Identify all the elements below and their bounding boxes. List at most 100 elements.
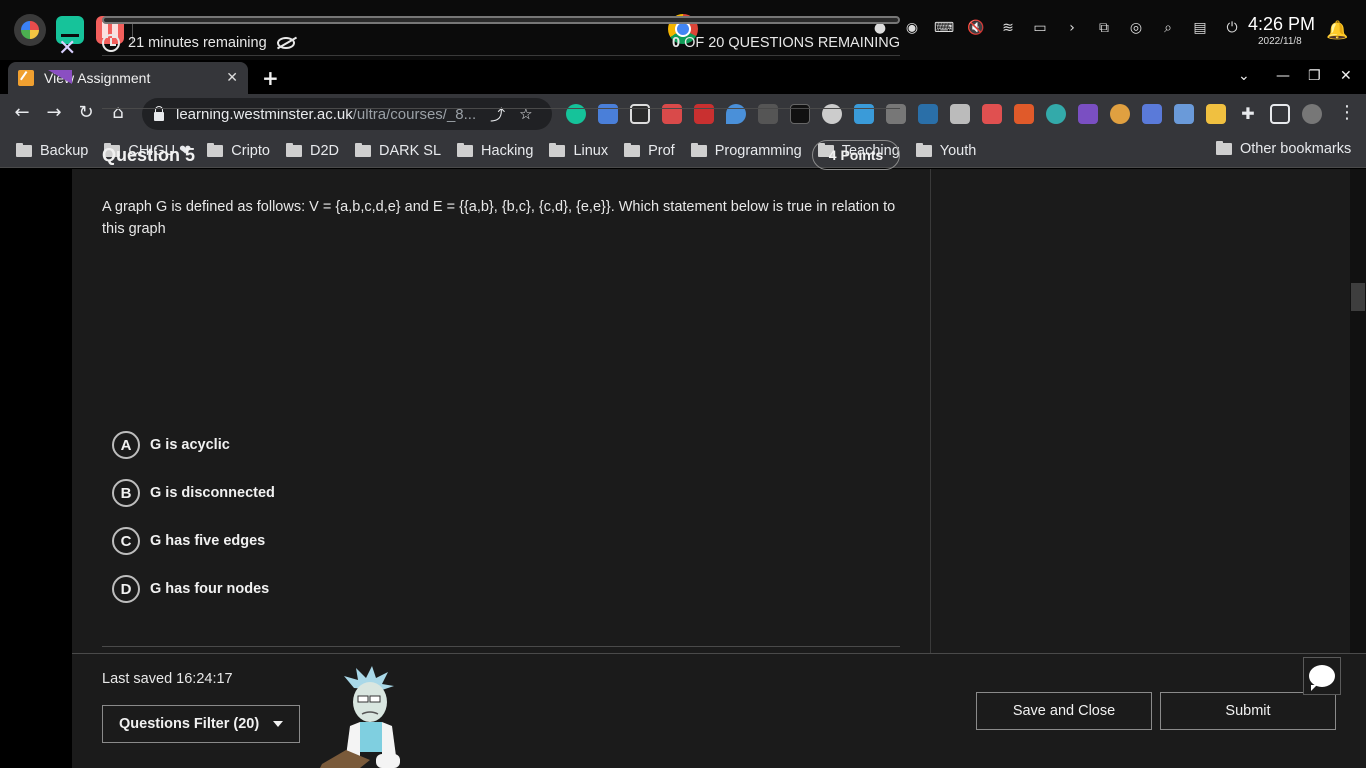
brush-extension-icon[interactable] <box>950 104 970 124</box>
extensions-row: ✚ <box>566 104 1322 124</box>
owl-extension-icon[interactable] <box>1046 104 1066 124</box>
option-c[interactable]: C G has five edges <box>112 527 265 555</box>
scrollbar-thumb[interactable] <box>1351 283 1365 311</box>
bookmark-backup[interactable]: Backup <box>16 142 89 159</box>
more-menu-icon[interactable]: ⋮ <box>1338 102 1356 123</box>
close-window-button[interactable]: ✕ <box>1340 68 1352 84</box>
home-button[interactable]: ⌂ <box>106 102 130 123</box>
question-divider <box>102 108 900 109</box>
folder-icon <box>457 142 474 157</box>
hat-extension-icon[interactable] <box>758 104 778 124</box>
power-icon[interactable]: ⏻ <box>1222 18 1242 38</box>
off-extension-icon[interactable] <box>1174 104 1194 124</box>
puzzle-extensions-icon[interactable]: ✚ <box>1238 104 1258 124</box>
fox-extension-icon[interactable] <box>1014 104 1034 124</box>
clock-date: 2022/11/8 <box>1258 36 1302 47</box>
lock-icon[interactable] <box>154 105 164 121</box>
bookmark-label: D2D <box>309 142 339 159</box>
cube-extension-icon[interactable] <box>1078 104 1098 124</box>
bookmark-dark-sl[interactable]: DARK SL <box>354 142 442 159</box>
location-pin-extension-icon[interactable] <box>726 104 746 124</box>
option-text[interactable]: G has five edges <box>150 533 265 549</box>
bookmark-hacking[interactable]: Hacking <box>457 142 533 159</box>
other-bookmarks[interactable]: Other bookmarks <box>1216 141 1351 157</box>
forward-button[interactable]: → <box>42 102 66 123</box>
save-and-close-button[interactable]: Save and Close <box>976 692 1152 730</box>
time-remaining: 21 minutes remaining <box>128 34 267 51</box>
grammarly-extension-icon[interactable] <box>566 104 586 124</box>
notification-bell-icon[interactable]: 🔔 <box>1326 20 1348 41</box>
bookmark-label: DARK SL <box>378 142 442 159</box>
bookmark-youth[interactable]: Youth <box>915 142 976 159</box>
filter-label: Questions Filter (20) <box>119 716 260 732</box>
search-icon[interactable]: ⌕ <box>1158 18 1178 38</box>
translate-extension-icon[interactable] <box>598 104 618 124</box>
new-tab-button[interactable]: + <box>262 66 279 90</box>
bookmarks-bar: Backup CHIGU ❤ Cripto D2D DARK SL Hackin… <box>0 134 1366 168</box>
hide-timer-icon[interactable] <box>276 36 295 49</box>
option-letter[interactable]: B <box>112 479 140 507</box>
close-assessment-icon[interactable]: ✕ <box>58 36 76 61</box>
bookmark-label: Backup <box>40 142 89 159</box>
address-bar[interactable]: learning.westminster.ac.uk/ultra/courses… <box>142 98 552 130</box>
chevron-right-icon[interactable]: › <box>1062 18 1082 38</box>
share-icon[interactable]: ⤴ <box>490 104 505 125</box>
timer-icon <box>102 33 120 52</box>
yellow-extension-icon[interactable] <box>1206 104 1226 124</box>
bookmark-d2d[interactable]: D2D <box>285 142 339 159</box>
volume-muted-icon[interactable]: 🔇 <box>966 18 986 38</box>
bookmark-label: Programming <box>714 142 802 159</box>
heart-extension-icon[interactable] <box>854 104 874 124</box>
tab-strip: View Assignment ✕ + ⌄ — ❐ ✕ <box>0 60 1366 94</box>
timer-row: 21 minutes remaining 0 OF 20 QUESTIONS R… <box>102 30 900 56</box>
option-letter[interactable]: C <box>112 527 140 555</box>
launcher-icon[interactable] <box>14 14 46 46</box>
option-b[interactable]: B G is disconnected <box>112 479 275 507</box>
extension-badge-icon[interactable] <box>662 104 682 124</box>
glasses-extension-icon[interactable] <box>630 104 650 124</box>
back-button[interactable]: ← <box>10 102 34 123</box>
bookmark-cripto[interactable]: Cripto <box>207 142 270 159</box>
arrow-extension-icon[interactable] <box>982 104 1002 124</box>
keyboard-icon[interactable]: ⌨ <box>934 18 954 38</box>
mask-extension-icon[interactable] <box>822 104 842 124</box>
bookmark-linux[interactable]: Linux <box>549 142 608 159</box>
battery-icon[interactable]: ▭ <box>1030 18 1050 38</box>
wifi-icon[interactable]: ≋ <box>998 18 1018 38</box>
profile-avatar[interactable] <box>1302 104 1322 124</box>
option-text[interactable]: G has four nodes <box>150 581 269 597</box>
pen-extension-icon[interactable] <box>1142 104 1162 124</box>
keyboard-layout-icon[interactable]: ▤ <box>1190 18 1210 38</box>
tab-view-assignment[interactable]: View Assignment ✕ <box>8 62 248 94</box>
minimize-button[interactable]: — <box>1276 68 1290 84</box>
chat-button[interactable] <box>1303 657 1341 695</box>
blue-extension-icon[interactable] <box>918 104 938 124</box>
folder-icon <box>915 142 932 157</box>
side-panel-icon[interactable] <box>1270 104 1290 124</box>
option-letter[interactable]: D <box>112 575 140 603</box>
red-extension-icon[interactable] <box>694 104 714 124</box>
system-tray: ● ◉ ⌨ 🔇 ≋ ▭ › ⧉ ◎ ⌕ ▤ ⏻ <box>870 18 1242 38</box>
option-a[interactable]: A G is acyclic <box>112 431 230 459</box>
questions-filter-dropdown[interactable]: Questions Filter (20) <box>102 705 300 743</box>
screenshot-icon[interactable]: ⧉ <box>1094 18 1114 38</box>
option-text[interactable]: G is acyclic <box>150 437 230 453</box>
bookmark-programming[interactable]: Programming <box>690 142 802 159</box>
maximize-button[interactable]: ❐ <box>1308 68 1321 84</box>
dark-extension-icon[interactable] <box>790 104 810 124</box>
folder-icon <box>354 142 371 157</box>
chrome-tray-icon[interactable]: ◉ <box>902 18 922 38</box>
bookmark-prof[interactable]: Prof <box>624 142 675 159</box>
submit-button[interactable]: Submit <box>1160 692 1336 730</box>
last-saved: Last saved 16:24:17 <box>102 671 233 687</box>
option-letter[interactable]: A <box>112 431 140 459</box>
option-text[interactable]: G is disconnected <box>150 485 275 501</box>
page-scrollbar[interactable] <box>1350 169 1366 653</box>
reload-button[interactable]: ↻ <box>74 102 98 123</box>
tool-extension-icon[interactable] <box>886 104 906 124</box>
mushroom-extension-icon[interactable] <box>1110 104 1130 124</box>
tab-search-chevron-icon[interactable]: ⌄ <box>1238 68 1250 84</box>
option-d[interactable]: D G has four nodes <box>112 575 269 603</box>
tab-close-icon[interactable]: ✕ <box>226 70 238 86</box>
activity-icon[interactable]: ◎ <box>1126 18 1146 38</box>
